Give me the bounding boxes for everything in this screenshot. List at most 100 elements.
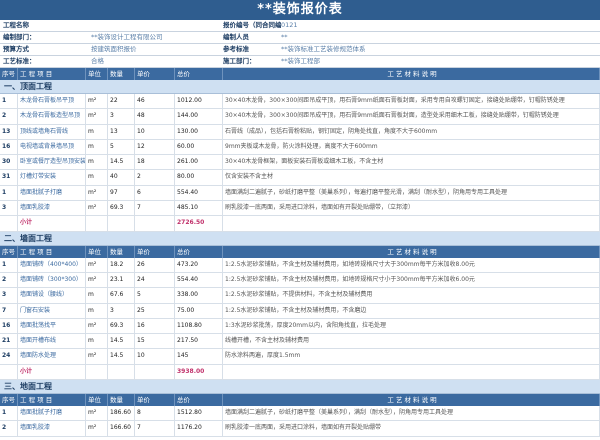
cell-item: 卧室或餐厅造型吊顶安装 <box>18 155 86 170</box>
column-header-price: 单价 <box>135 245 175 258</box>
cell-desc: 线槽开槽，不含主材及辅材费用 <box>223 334 600 349</box>
meta-value[interactable]: 0121 <box>281 21 298 29</box>
cell-price: 7 <box>135 201 175 216</box>
cell-total: 261.00 <box>175 155 223 170</box>
cell-unit: m² <box>86 272 108 288</box>
cell-unit: m² <box>86 201 108 216</box>
cell-qty: 40 <box>108 170 135 185</box>
cell-no: 1 <box>0 257 18 272</box>
cell-unit: m <box>86 303 108 318</box>
cell-item: 顶线或墙角石膏线 <box>18 124 86 139</box>
cell-price: 26 <box>135 257 175 272</box>
cell-desc: 1:2.5水泥砂浆铺贴，不提供材料，不含主材及辅材费用 <box>223 288 600 303</box>
table-row[interactable]: 16 墙面批荡找平 m² 69.3 16 1108.80 1:3水泥砂浆批荡，厚度20mm以… <box>0 318 600 335</box>
table-row[interactable]: 2 墙面乳胶漆 m² 166.60 7 1176.20 刷乳胶漆一底两面，采用进口涂料，墙面… <box>0 421 600 437</box>
table-row[interactable]: 30 卧室或餐厅造型吊顶安装 m 14.5 18 261.00 30×40木龙骨框架，面板安… <box>0 155 600 171</box>
cell-unit: m <box>86 288 108 303</box>
cell-qty: 14.5 <box>108 155 135 170</box>
cell-total: 1108.80 <box>175 318 223 334</box>
table-row[interactable]: 7 门窗石安装 m 3 25 75.00 1:2.5水泥砂浆铺贴，不含主材及辅材费用，不含磨… <box>0 303 600 319</box>
meta-value[interactable]: **装饰工程部 <box>281 57 320 65</box>
cell-desc: 1:2.5水泥砂浆铺贴，不含主材及辅材费用，如地砖规格尺寸大于300mm每平方米… <box>223 257 600 272</box>
cell-no: 2 <box>0 272 18 288</box>
column-header-unit: 单位 <box>86 245 108 258</box>
table-row[interactable]: 2 木龙骨石膏板造型吊顶 m² 3 48 144.00 30×40木龙骨，300×300间距… <box>0 109 600 125</box>
meta-row: 工艺标准： 合格 施工部门： **装饰工程部 <box>0 56 600 68</box>
cell-no: 1 <box>0 94 18 109</box>
cell-unit: m² <box>86 421 108 436</box>
meta-block: 工程名称 报价编号（同合同编号）0121 编制部门： **装饰设计工程有限公司 编制人员… <box>0 20 600 68</box>
cell-price: 18 <box>135 155 175 170</box>
column-header-row: 序号工 程 项 目单位 数量 单价 总价工 艺 材 料 说 明 <box>0 68 600 80</box>
cell-qty: 67.6 <box>108 288 135 303</box>
subtotal-value: 2726.50 <box>175 216 223 231</box>
table-row[interactable]: 13 顶线或墙角石膏线 m 13 10 130.00 石膏线（成品），包括石膏粉粘贴，钢钉固… <box>0 124 600 140</box>
column-header-price: 单价 <box>135 68 175 80</box>
cell-qty: 18.2 <box>108 257 135 272</box>
table-row[interactable]: 3 墙面铺设（腰线） m 67.6 5 338.00 1:2.5水泥砂浆铺贴，不提供材料，不… <box>0 288 600 304</box>
column-header-price: 单价 <box>135 394 175 407</box>
column-header-no: 序号 <box>0 394 18 407</box>
table-row[interactable]: 1 墙面铺砖（400*400） m² 18.2 26 473.20 1:2.5水泥砂浆铺贴，… <box>0 257 600 273</box>
column-header-total: 总价 <box>175 394 223 407</box>
cell-no: 30 <box>0 155 18 170</box>
meta-label: 工程名称 <box>3 21 29 29</box>
cell-qty: 13 <box>108 124 135 139</box>
cell-unit: m² <box>86 185 108 201</box>
cell-no: 16 <box>0 139 18 155</box>
table-row[interactable]: 1 墙面批腻子打磨 m² 186.60 8 1512.80 墙面满刮二遍腻子，砂纸打磨平整（… <box>0 406 600 422</box>
table-row[interactable]: 3 墙面乳胶漆 m² 69.3 7 485.10 刷乳胶漆一底两面，采用进口涂料，墙面如有开… <box>0 201 600 217</box>
subtotal-value: 3938.00 <box>175 364 223 380</box>
cell-desc: 30×40木龙骨框架，面板安装石膏板或细木工板，不含主材 <box>223 155 600 170</box>
cell-price: 15 <box>135 334 175 349</box>
column-header-unit: 单位 <box>86 394 108 407</box>
cell-total: 60.00 <box>175 139 223 155</box>
table-row[interactable]: 31 灯槽灯带安装 m 40 2 80.00 仅含安装不含主材 <box>0 170 600 186</box>
cell-unit: m² <box>86 109 108 124</box>
meta-value[interactable]: **装饰设计工程有限公司 <box>91 33 163 41</box>
meta-value[interactable]: ** <box>281 33 288 41</box>
meta-row: 工程名称 报价编号（同合同编号）0121 <box>0 20 600 32</box>
cell-item: 电视墙或背景墙吊顶 <box>18 139 86 155</box>
cell-desc: 1:2.5水泥砂浆铺贴，不含主材及辅材费用，如地砖规格尺寸小于300mm每平方米… <box>223 272 600 288</box>
meta-value[interactable]: **装饰标准工艺装修规范体系 <box>281 45 366 53</box>
cell-unit: m <box>86 334 108 349</box>
cell-unit: m <box>86 124 108 139</box>
cell-price: 2 <box>135 170 175 185</box>
cell-qty: 22 <box>108 94 135 109</box>
table-row[interactable]: 1 墙面批腻子打磨 m² 97 6 554.40 墙面满刮二遍腻子，砂纸打磨平整（美巢系列）… <box>0 185 600 202</box>
cell-qty: 3 <box>108 109 135 124</box>
meta-label: 报价编号（同合同编号） <box>223 21 281 29</box>
column-header-no: 序号 <box>0 68 18 80</box>
meta-value[interactable]: 合格 <box>91 57 104 65</box>
cell-unit: m <box>86 170 108 185</box>
column-header-item: 工 程 项 目 <box>18 68 86 80</box>
column-header-qty: 数量 <box>108 245 135 258</box>
table-row[interactable]: 1 木龙骨石膏板吊平顶 m² 22 46 1012.00 30×40木龙骨，300×300间… <box>0 94 600 110</box>
cell-total: 554.40 <box>175 272 223 288</box>
cell-qty: 97 <box>108 185 135 201</box>
cell-no: 1 <box>0 185 18 201</box>
cell-desc: 30×40木龙骨，300×300间距吊成平顶，用石膏9mm纸面石膏板封面，造型处… <box>223 109 600 124</box>
table-row[interactable]: 16 电视墙或背景墙吊顶 m 5 12 60.00 9mm夹板或木龙骨，防火涂料处理，高度不… <box>0 139 600 156</box>
cell-item: 灯槽灯带安装 <box>18 170 86 185</box>
cell-no: 13 <box>0 124 18 139</box>
meta-value[interactable]: 按建筑面积报价 <box>91 45 137 53</box>
table-row[interactable]: 21 墙面开槽布线 m 14.5 15 217.50 线槽开槽，不含主材及辅材费用 <box>0 334 600 350</box>
cell-qty: 166.60 <box>108 421 135 436</box>
table-row[interactable]: 2 墙面铺砖（300*300） m² 23.1 24 554.40 1:2.5水泥砂浆铺贴，… <box>0 272 600 289</box>
cell-unit: m² <box>86 318 108 334</box>
cell-total: 338.00 <box>175 288 223 303</box>
cell-price: 10 <box>135 124 175 139</box>
cell-no: 16 <box>0 318 18 334</box>
cell-total: 554.40 <box>175 185 223 201</box>
table-row[interactable]: 24 墙面防水处理 m² 14.5 10 145 防水涂料两遍，厚度1.5mm <box>0 349 600 365</box>
subtotal-label: 小计 <box>18 216 86 231</box>
meta-label: 编制部门： <box>3 33 36 41</box>
cell-qty: 3 <box>108 303 135 318</box>
meta-row: 预算方式 按建筑面积报价 参考标准 **装饰标准工艺装修规范体系 <box>0 44 600 56</box>
cell-qty: 14.5 <box>108 349 135 364</box>
cell-qty: 69.3 <box>108 318 135 334</box>
cell-desc: 刷乳胶漆一底两面，采用进口涂料，墙面如有开裂处贴绷带 <box>223 421 600 436</box>
meta-label: 参考标准 <box>223 45 249 53</box>
